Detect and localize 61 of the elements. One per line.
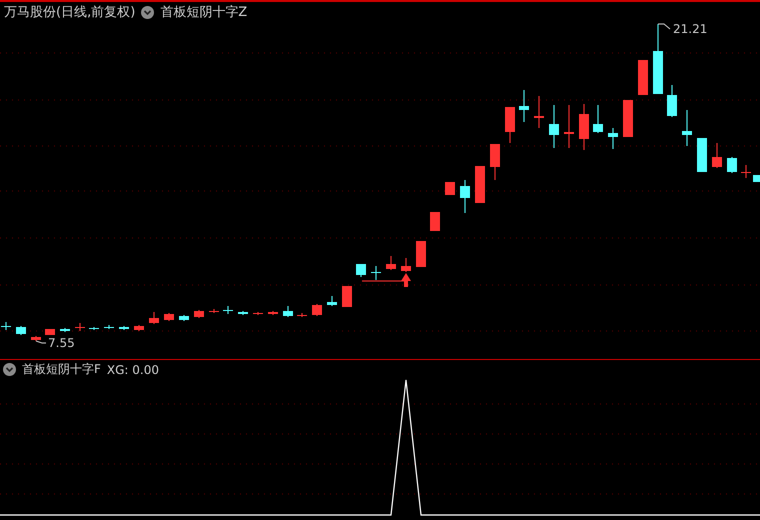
candlestick <box>682 110 692 146</box>
candlestick <box>31 336 41 342</box>
candlestick <box>209 308 219 314</box>
candlestick <box>460 180 470 214</box>
candlestick <box>89 326 99 330</box>
candlestick <box>342 286 352 308</box>
candlestick <box>297 312 307 318</box>
candlestick <box>638 60 648 96</box>
low-price-label: 7.55 <box>48 336 75 350</box>
candlestick <box>75 322 85 332</box>
candlestick <box>712 142 722 168</box>
candlestick <box>653 24 663 94</box>
candlestick <box>667 84 677 118</box>
candlestick <box>534 96 544 128</box>
candlestick <box>475 166 485 204</box>
candlestick <box>134 324 144 332</box>
candlestick <box>727 156 737 174</box>
candlestick <box>579 104 589 150</box>
candlestick <box>623 100 633 138</box>
chevron-down-icon[interactable] <box>141 6 154 18</box>
candlestick <box>490 144 500 180</box>
candlestick <box>45 328 55 336</box>
candlestick <box>179 314 189 322</box>
indicator-name[interactable]: 首板短阴十字Z <box>160 3 248 21</box>
candlestick <box>1 322 11 330</box>
candlestick <box>164 312 174 322</box>
candlestick <box>593 104 603 134</box>
candlestick <box>312 304 322 316</box>
candlestick <box>283 306 293 318</box>
candlestick <box>608 128 618 150</box>
candlestick <box>104 324 114 330</box>
stock-title: 万马股份(日线,前复权) <box>4 4 136 21</box>
candlestick <box>60 328 70 332</box>
marker-line <box>362 280 404 282</box>
candlestick <box>223 306 233 314</box>
chevron-down-icon[interactable] <box>3 363 16 376</box>
candlestick <box>445 182 455 196</box>
candlestick <box>416 240 426 268</box>
indicator-reading: XG: 0.00 <box>106 362 160 376</box>
candlestick <box>430 212 440 232</box>
candlestick <box>371 266 381 280</box>
high-price-label: 21.21 <box>673 22 708 36</box>
candlestick <box>697 138 707 172</box>
candlestick <box>253 312 263 316</box>
indicator-name[interactable]: 首板短阴十字F <box>22 361 101 378</box>
candlestick <box>519 90 529 122</box>
candlestick <box>564 104 574 148</box>
candlestick <box>753 174 760 182</box>
candlestick <box>505 106 515 144</box>
up-arrow-icon <box>401 273 411 287</box>
leader-line <box>36 340 46 344</box>
candlestick <box>194 310 204 318</box>
candlestick <box>549 104 559 148</box>
candlestick <box>401 258 411 272</box>
candlestick <box>327 296 337 306</box>
candlestick <box>356 264 366 278</box>
candlestick <box>16 326 26 336</box>
candlestick <box>149 312 159 324</box>
candlestick <box>741 164 751 178</box>
candlestick <box>386 256 396 270</box>
leader-line <box>658 24 670 30</box>
